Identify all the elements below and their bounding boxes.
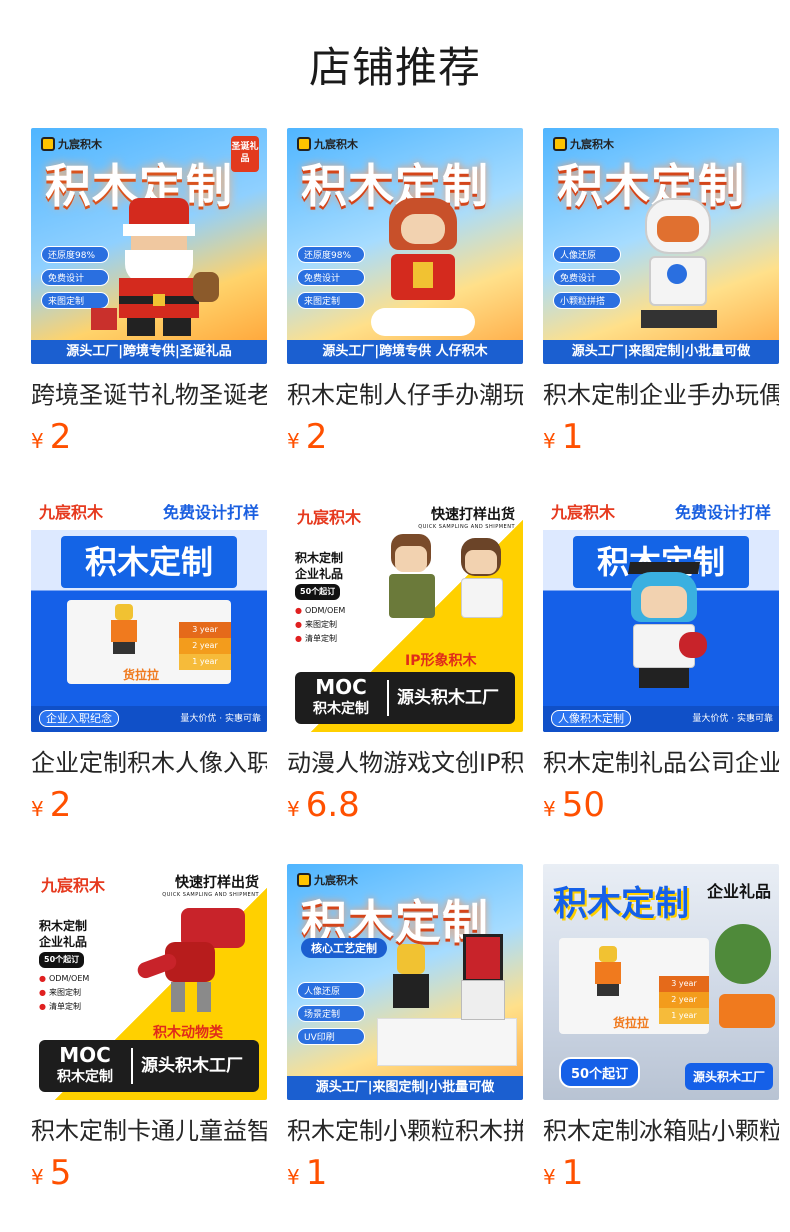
product-price: ¥2 [287, 417, 328, 457]
feature-chips: 还原度98% 免费设计 来图定制 [41, 246, 109, 315]
feature-chip: 还原度98% [297, 246, 365, 263]
tree-decoration [715, 924, 771, 984]
year-bricks: 3 year 2 year 1 year [659, 976, 709, 1024]
product-title[interactable]: 积木定制小颗粒积木拼装 [287, 1114, 523, 1148]
bottom-note: 企业入职纪念 量大价优 · 实惠可靠 [31, 706, 267, 732]
feature-chip: 人像还原 [553, 246, 621, 263]
brand-logo: 九宸积木 [297, 508, 362, 527]
product-image[interactable]: 九宸积木 免费设计打样 积木定制 3 year 2 year 1 year 货拉… [31, 496, 267, 732]
product-price: ¥50 [543, 785, 605, 825]
product-title[interactable]: 积木定制冰箱贴小颗粒 [543, 1114, 779, 1148]
feature-chip: 免费设计 [297, 269, 365, 286]
dinosaur-figure [131, 908, 261, 1018]
company-logo: 货拉拉 [123, 668, 160, 682]
feature-chips: 还原度98% 免费设计 来图定制 [297, 246, 365, 315]
product-image[interactable]: 九宸积木 快速打样出货 QUICK SAMPLING AND SHIPMENT 积… [31, 864, 267, 1100]
page-title: 店铺推荐 [308, 43, 481, 92]
brand-header: 九宸积木 免费设计打样 [31, 496, 267, 530]
feature-strip: 源头工厂|跨境专供|圣诞礼品 [31, 340, 267, 364]
product-title[interactable]: 积木定制人仔手办潮玩 [287, 378, 523, 412]
product-image[interactable]: 九宸积木 积木定制 还原度98% 免费设计 来图定制 源头工厂|跨境专供 人仔积… [287, 128, 523, 364]
product-image[interactable]: 九宸积木 积木定制 人像还原 免费设计 小颗粒拼搭 源头工厂|来图定制|小批量可… [543, 128, 779, 364]
product-card[interactable]: 九宸积木 快速打样出货 QUICK SAMPLING AND SHIPMENT 积… [31, 864, 267, 1194]
product-image[interactable]: 九宸积木 快速打样出货 QUICK SAMPLING AND SHIPMENT 积… [287, 496, 523, 732]
feature-chip: 小颗粒拼搭 [553, 292, 621, 309]
feature-list: 积木定制 企业礼品 50个起订 ODM/OEM 来图定制 清单定制 [295, 550, 345, 646]
feature-strip: 源头工厂|来图定制|小批量可做 [543, 340, 779, 364]
astronaut-figure [631, 198, 727, 338]
feature-strip: 源头工厂|来图定制|小批量可做 [287, 1076, 523, 1100]
category-label: IP形象积木 [405, 653, 477, 669]
product-price: ¥6.8 [287, 785, 360, 825]
brand-logo: 九宸积木 [41, 876, 106, 895]
category-label: 积木动物类 [153, 1025, 223, 1041]
headline: 积木定制 [553, 884, 689, 924]
brand-header: 九宸积木 免费设计打样 [543, 496, 779, 530]
product-price: ¥5 [31, 1153, 72, 1193]
feature-chip: 免费设计 [553, 269, 621, 286]
ip-figures [383, 528, 517, 638]
feature-chip: 人像还原 [297, 982, 365, 999]
product-image[interactable]: 九宸积木 积木定制 圣诞礼品 还原度98% 免费设计 来图定制 源头工厂|跨境专… [31, 128, 267, 364]
corner-badge: 圣诞礼品 [231, 136, 259, 172]
product-title[interactable]: 积木定制礼品公司企业 [543, 746, 779, 780]
moq-badge: 50个起订 [559, 1057, 641, 1088]
santa-figure [109, 198, 219, 338]
product-price: ¥1 [543, 417, 584, 457]
feature-strip: 源头工厂|跨境专供 人仔积木 [287, 340, 523, 364]
product-title[interactable]: 企业定制积木人像入职纪念 [31, 746, 267, 780]
product-image[interactable]: 九宸积木 免费设计打样 积木定制 人像积木定制 量大价优 · 实惠可靠 [543, 496, 779, 732]
product-price: ¥1 [543, 1153, 584, 1193]
product-card[interactable]: 九宸积木 免费设计打样 积木定制 3 year 2 year 1 year 货拉… [31, 496, 267, 826]
bottom-note: 人像积木定制 量大价优 · 实惠可靠 [543, 706, 779, 732]
slogan: 快速打样出货 QUICK SAMPLING AND SHIPMENT [418, 507, 515, 530]
moc-banner: MOC 积木定制 源头积木工厂 [39, 1040, 259, 1092]
product-image[interactable]: 积木定制 企业礼品 3 year 2 year 1 year 货拉拉 50个起订… [543, 864, 779, 1100]
feature-chips: 人像还原 场景定制 UV印刷 [297, 982, 365, 1051]
slogan: 快速打样出货 QUICK SAMPLING AND SHIPMENT [162, 875, 259, 898]
feature-chip: 免费设计 [41, 269, 109, 286]
campus-scene [377, 934, 517, 1068]
tiger-figure [719, 994, 775, 1028]
factory-badge: 源头积木工厂 [684, 1063, 773, 1090]
slogan: 企业礼品 [706, 882, 771, 901]
product-card[interactable]: 九宸积木 快速打样出货 QUICK SAMPLING AND SHIPMENT 积… [287, 496, 523, 826]
monkey-king-figure [371, 198, 475, 338]
product-card[interactable]: 九宸积木 积木定制 人像还原 免费设计 小颗粒拼搭 源头工厂|来图定制|小批量可… [543, 128, 779, 458]
feature-chip: 来图定制 [297, 292, 365, 309]
moc-banner: MOC 积木定制 源头积木工厂 [295, 672, 515, 724]
minifig [109, 604, 139, 654]
sub-banner: 核心工艺定制 [301, 938, 387, 958]
product-card[interactable]: 九宸积木 积木定制 圣诞礼品 还原度98% 免费设计 来图定制 源头工厂|跨境专… [31, 128, 267, 458]
product-title[interactable]: 积木定制企业手办玩偶 [543, 378, 779, 412]
product-title[interactable]: 积木定制卡通儿童益智 [31, 1114, 267, 1148]
product-price: ¥2 [31, 785, 72, 825]
year-bricks: 3 year 2 year 1 year [179, 622, 231, 670]
product-image[interactable]: 九宸积木 积木定制 核心工艺定制 人像还原 场景定制 UV印刷 源头工厂|来图定… [287, 864, 523, 1100]
minifig [593, 946, 623, 996]
headline: 积木定制 [61, 536, 237, 588]
product-price: ¥2 [31, 417, 72, 457]
feature-chip: 还原度98% [41, 246, 109, 263]
feature-chips: 人像还原 免费设计 小颗粒拼搭 [553, 246, 621, 315]
feature-chip: UV印刷 [297, 1028, 365, 1045]
feature-chip: 场景定制 [297, 1005, 365, 1022]
product-card[interactable]: 积木定制 企业礼品 3 year 2 year 1 year 货拉拉 50个起订… [543, 864, 779, 1194]
product-card[interactable]: 九宸积木 免费设计打样 积木定制 人像积木定制 量大价优 · 实惠可靠 积木定制… [543, 496, 779, 826]
feature-list: 积木定制 企业礼品 50个起订 ODM/OEM 来图定制 清单定制 [39, 918, 89, 1014]
product-card[interactable]: 九宸积木 积木定制 核心工艺定制 人像还原 场景定制 UV印刷 源头工厂|来图定… [287, 864, 523, 1194]
product-card[interactable]: 九宸积木 积木定制 还原度98% 免费设计 来图定制 源头工厂|跨境专供 人仔积… [287, 128, 523, 458]
product-title[interactable]: 跨境圣诞节礼物圣诞老人积木 [31, 378, 267, 412]
company-logo: 货拉拉 [613, 1016, 650, 1030]
product-title[interactable]: 动漫人物游戏文创IP积木 [287, 746, 523, 780]
feature-chip: 来图定制 [41, 292, 109, 309]
product-price: ¥1 [287, 1153, 328, 1193]
graduate-figure [619, 562, 709, 692]
